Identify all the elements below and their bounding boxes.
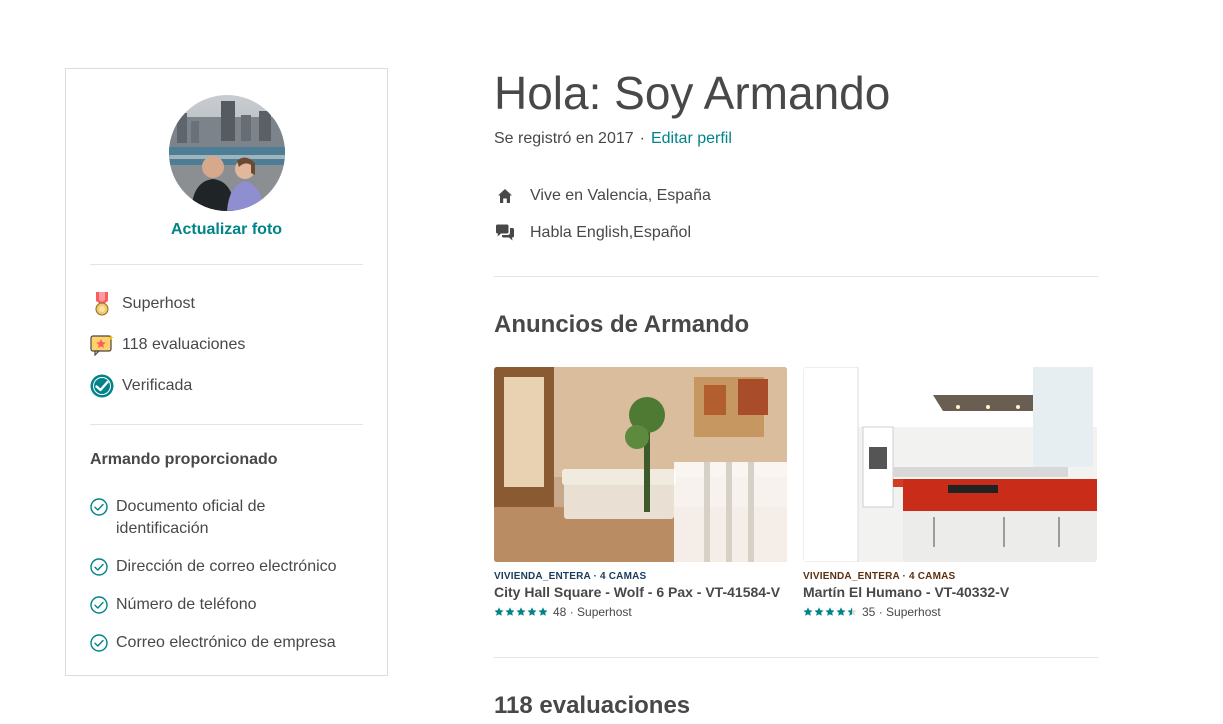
badge-label: Verificada — [122, 377, 193, 394]
home-icon — [494, 186, 516, 206]
provided-item: Correo electrónico de empresa — [90, 632, 360, 654]
listing-kicker: VIVIENDA_ENTERA · 4 CAMAS — [494, 571, 647, 582]
star-icon — [814, 607, 824, 616]
star-icon — [847, 607, 857, 616]
listing-name[interactable]: City Hall Square - Wolf - 6 Pax - VT-415… — [494, 584, 787, 600]
reviews-title: 118 evaluaciones — [494, 692, 691, 719]
badge-verified: Verificada — [90, 373, 192, 399]
divider — [90, 264, 363, 265]
divider — [494, 276, 1098, 277]
listing-photo[interactable] — [494, 367, 787, 562]
listing-name[interactable]: Martín El Humano - VT-40332-V — [803, 584, 1097, 600]
provided-item-label: Correo electrónico de empresa — [116, 634, 336, 651]
speaks-text: Habla English,Español — [530, 224, 691, 241]
provided-item-label: Dirección de correo electrónico — [116, 558, 337, 575]
star-icon — [494, 607, 504, 616]
separator: · — [639, 130, 645, 147]
provided-item: Dirección de correo electrónico — [90, 556, 360, 578]
provided-item-label: Número de teléfono — [116, 596, 257, 613]
review-count: 48 — [553, 605, 567, 619]
joined-text: Se registró en 2017 — [494, 130, 634, 147]
star-icon — [538, 607, 548, 616]
listing-badge: · Superhost — [878, 605, 941, 619]
star-icon — [527, 607, 537, 616]
listing-card[interactable]: VIVIENDA_ENTERA · 4 CAMAS Martín El Huma… — [803, 367, 1097, 619]
divider — [90, 424, 363, 425]
star-icon — [505, 607, 515, 616]
check-circle-icon — [90, 498, 108, 516]
provided-title: Armando proporcionado — [90, 451, 278, 468]
listing-card[interactable]: VIVIENDA_ENTERA · 4 CAMAS City Hall Squa… — [494, 367, 787, 619]
edit-profile-link[interactable]: Editar perfil — [651, 130, 732, 147]
star-icon — [803, 607, 813, 616]
divider — [494, 657, 1098, 658]
badge-superhost: Superhost — [90, 291, 195, 317]
star-icon — [825, 607, 835, 616]
review-star-icon — [90, 333, 114, 357]
star-icon — [516, 607, 526, 616]
listing-meta: 48 · Superhost — [494, 605, 787, 619]
lives-row: Vive en Valencia, España — [494, 186, 711, 206]
verified-icon — [90, 374, 114, 398]
badge-label: Superhost — [122, 295, 195, 312]
medal-icon — [90, 292, 114, 316]
check-circle-icon — [90, 596, 108, 614]
update-photo-link[interactable]: Actualizar foto — [66, 221, 387, 239]
check-circle-icon — [90, 558, 108, 576]
rating-stars — [494, 607, 549, 617]
lives-text: Vive en Valencia, España — [530, 187, 711, 204]
listing-photo[interactable] — [803, 367, 1097, 562]
listing-kicker: VIVIENDA_ENTERA · 4 CAMAS — [803, 571, 956, 582]
provided-item: Documento oficial de identificación — [90, 496, 360, 540]
listing-badge: · Superhost — [569, 605, 632, 619]
badge-label: 118 evaluaciones — [122, 336, 246, 353]
page-title: Hola: Soy Armando — [494, 67, 891, 119]
chat-bubbles-icon — [494, 223, 516, 243]
rating-stars — [803, 607, 858, 617]
provided-item: Número de teléfono — [90, 594, 360, 616]
badge-reviews: 118 evaluaciones — [90, 332, 245, 358]
listings-title: Anuncios de Armando — [494, 311, 750, 338]
review-count: 35 — [862, 605, 876, 619]
profile-main: Hola: Soy Armando Se registró en 2017 · Ed… — [494, 0, 1098, 724]
check-circle-icon — [90, 634, 108, 652]
star-icon — [836, 607, 846, 616]
listing-meta: 35 · Superhost — [803, 605, 1097, 619]
speaks-row: Habla English,Español — [494, 223, 691, 243]
provided-item-label: Documento oficial de identificación — [116, 498, 266, 537]
joined-row: Se registró en 2017 · Editar perfil — [494, 130, 732, 148]
profile-sidebar-card: Actualizar foto Superhost 118 evaluacion… — [65, 68, 388, 676]
avatar[interactable] — [169, 95, 285, 211]
